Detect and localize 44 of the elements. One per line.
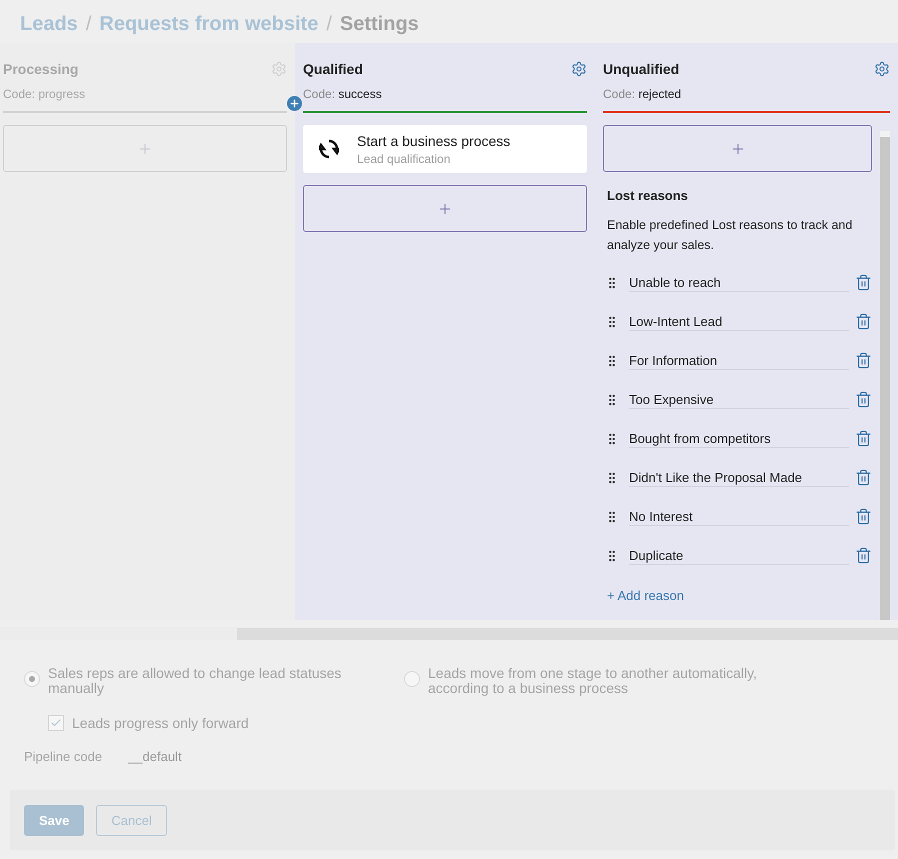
settings-icon[interactable] <box>874 61 890 77</box>
settings-icon[interactable] <box>571 61 587 77</box>
reason-field[interactable]: Too Expensive <box>629 390 849 409</box>
section-description: Enable predefined Lost reasons to track and analyze your sales. <box>607 217 854 254</box>
column-title: Qualified <box>303 61 363 77</box>
delete-icon[interactable] <box>855 508 872 525</box>
reason-field[interactable]: Bought from competitors <box>629 429 849 448</box>
add-button[interactable] <box>603 125 872 172</box>
stage-code: Code: rejected <box>603 87 890 113</box>
reason-field[interactable]: Unable to reach <box>629 273 849 292</box>
cycle-icon <box>319 139 339 159</box>
delete-icon[interactable] <box>855 274 872 291</box>
section-title: Lost reasons <box>607 188 689 203</box>
separator: / <box>326 12 332 36</box>
delete-icon[interactable] <box>855 430 872 447</box>
process-card[interactable]: Start a business process Lead qualification <box>303 125 587 173</box>
reason-field[interactable]: No Interest <box>629 507 849 526</box>
stage-code: Code: success <box>303 87 587 113</box>
check-icon <box>50 717 62 729</box>
delete-icon[interactable] <box>855 547 872 564</box>
card-subtitle: Lead qualification <box>357 152 452 166</box>
delete-icon[interactable] <box>855 313 872 330</box>
delete-icon[interactable] <box>855 469 872 486</box>
column-title: Processing <box>3 61 78 77</box>
reason-field[interactable]: Didn't Like the Proposal Made <box>629 468 849 487</box>
reason-field[interactable]: Duplicate <box>629 546 849 565</box>
separator: / <box>86 12 92 36</box>
radio-button[interactable] <box>404 671 420 687</box>
scrollbar[interactable] <box>880 131 890 620</box>
add-button[interactable] <box>303 185 587 232</box>
stage-code: Code: progress <box>3 87 287 113</box>
radio-button[interactable] <box>24 671 40 687</box>
field-value: __default <box>128 749 182 764</box>
add-reason-link[interactable]: + Add reason <box>607 588 684 603</box>
reason-field[interactable]: For Information <box>629 351 849 370</box>
reason-field[interactable]: Low-Intent Lead <box>629 312 849 331</box>
delete-icon[interactable] <box>855 352 872 369</box>
add-stage-icon[interactable] <box>287 96 302 111</box>
card-title: Start a business process <box>357 132 510 148</box>
delete-icon[interactable] <box>855 391 872 408</box>
page-title: Settings <box>340 12 419 36</box>
checkbox[interactable] <box>48 715 64 731</box>
column-title: Unqualified <box>603 61 680 77</box>
field-label: Pipeline code <box>24 749 102 764</box>
